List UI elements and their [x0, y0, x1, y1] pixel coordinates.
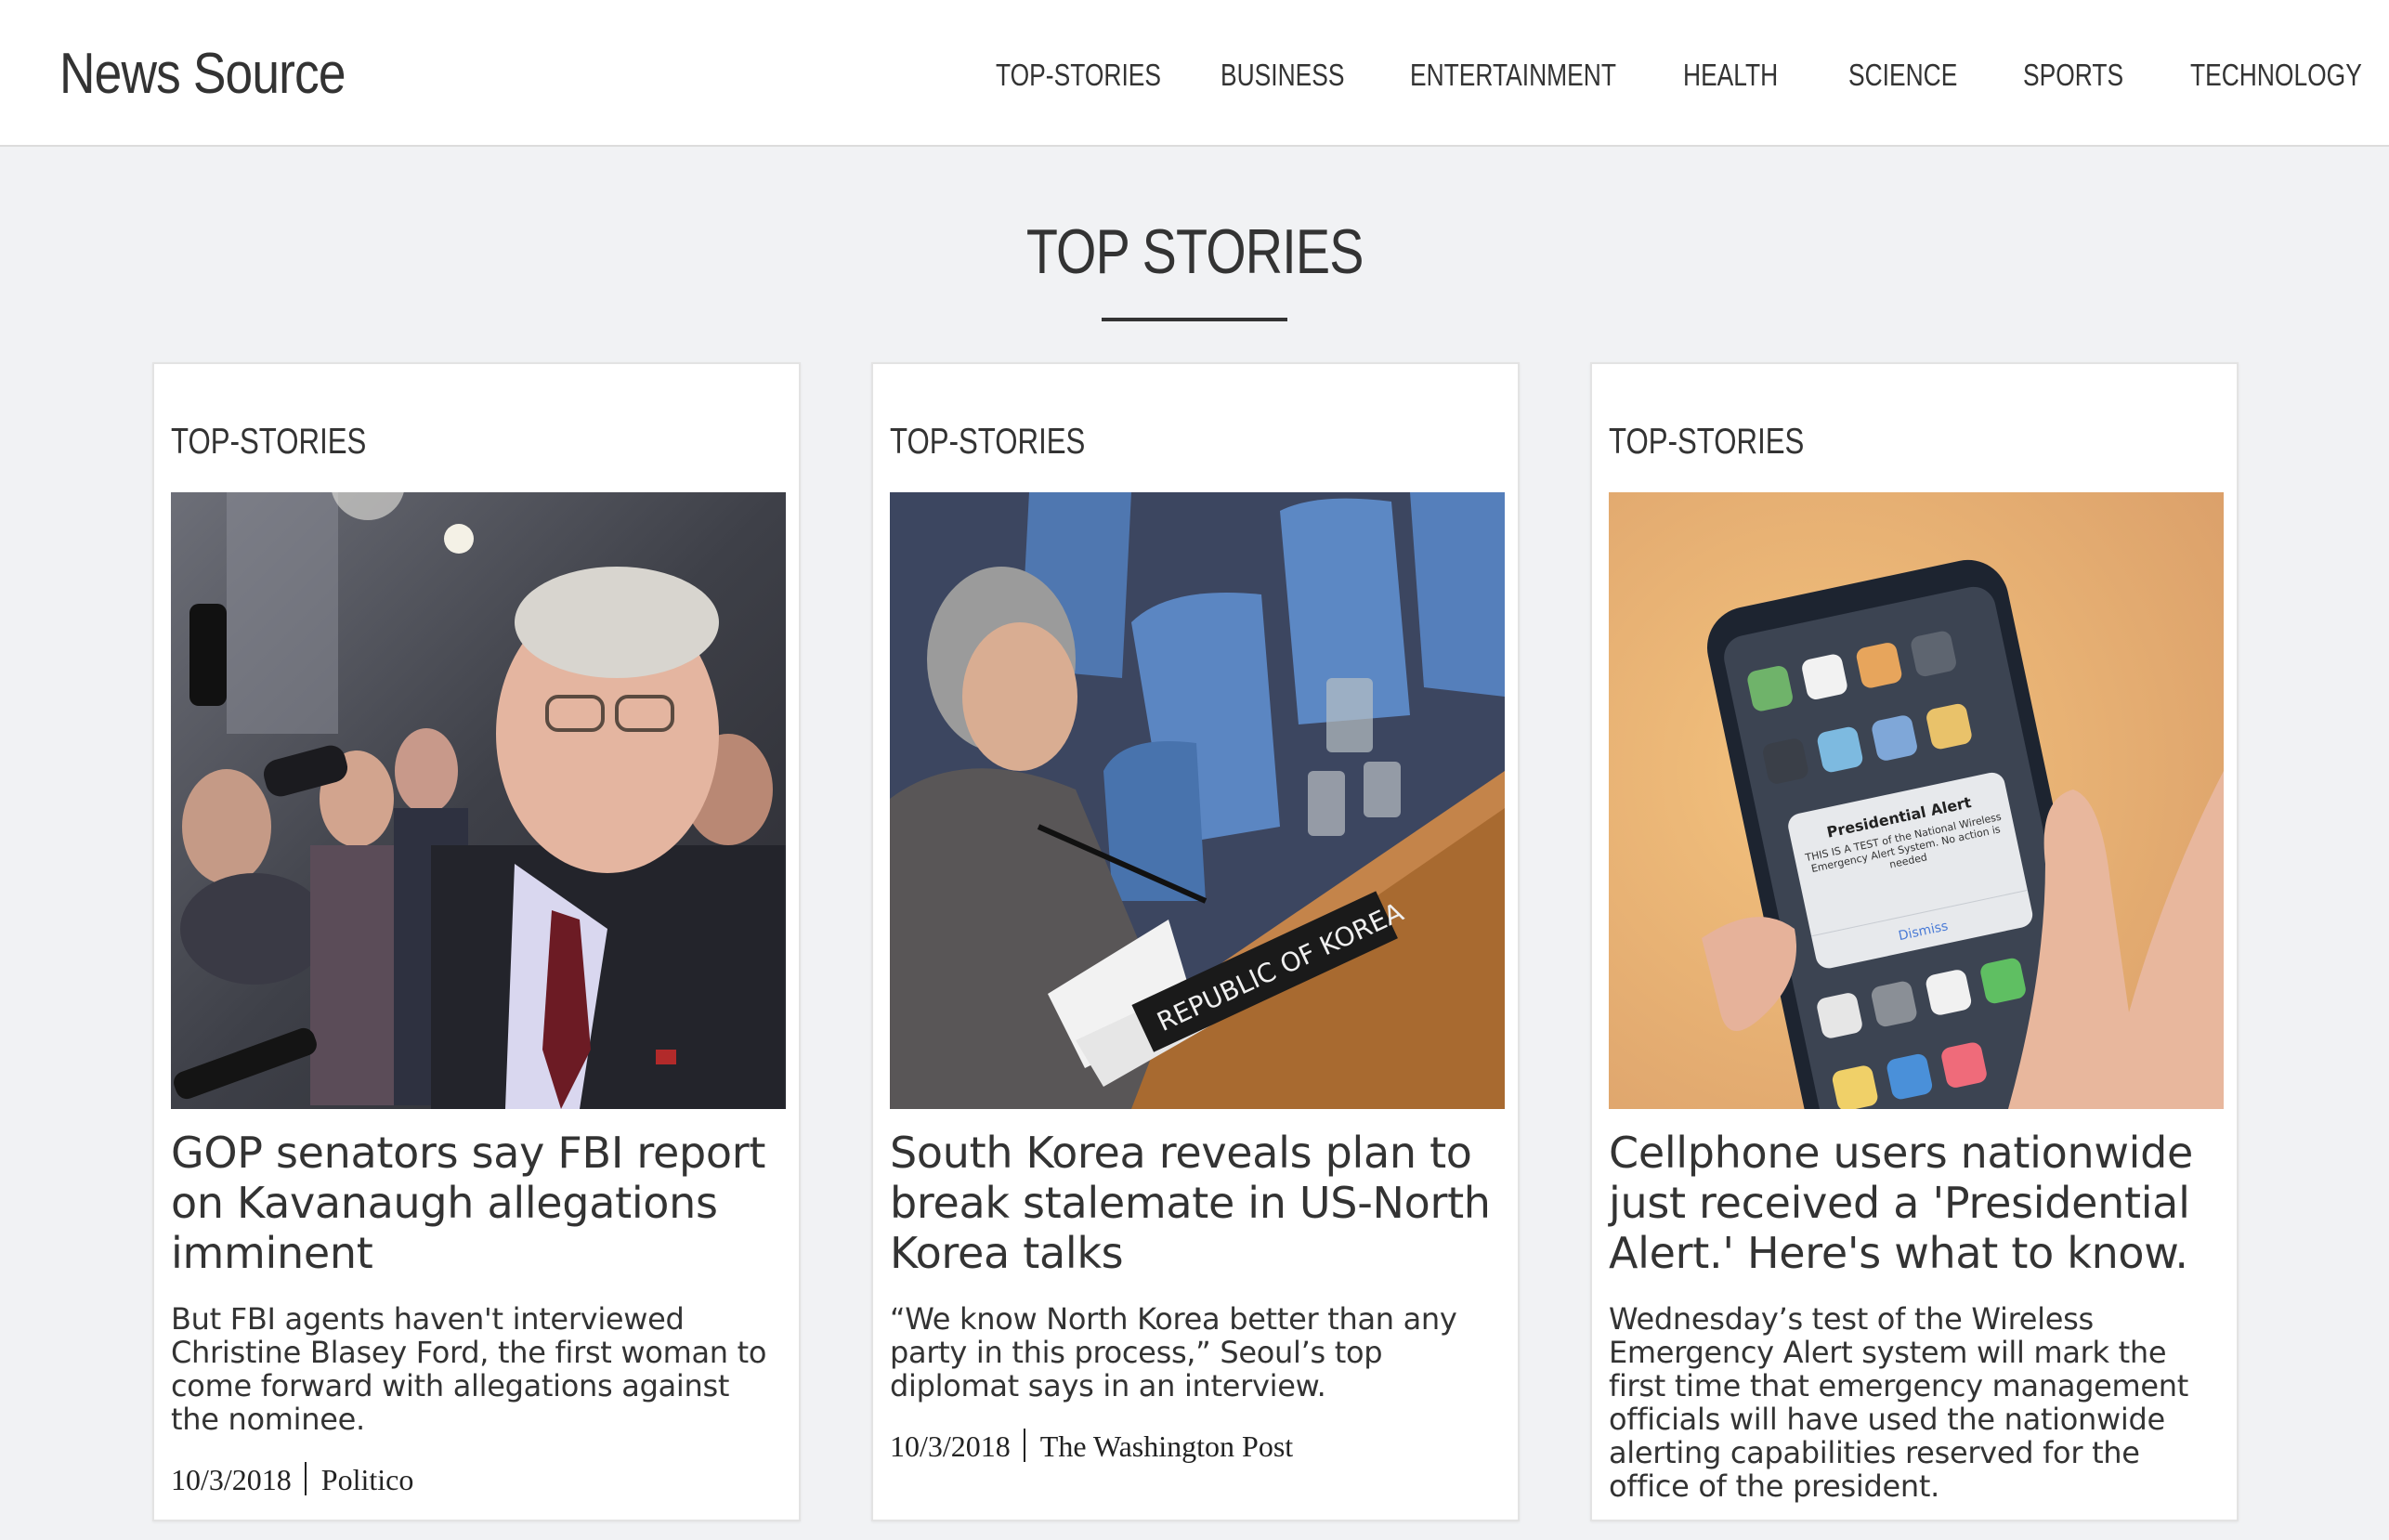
- card-category: TOP-STORIES: [171, 422, 367, 462]
- story-meta: 10/3/2018 Politico: [171, 1462, 413, 1497]
- story-description: But FBI agents haven't interviewed Chris…: [171, 1301, 767, 1437]
- phone-alert-photo: Presidential Alert THIS IS A TEST of the…: [1609, 492, 2224, 1109]
- title-underline: [1102, 318, 1287, 321]
- nav-item-sports[interactable]: SPORTS: [2023, 58, 2123, 93]
- nav-item-health[interactable]: HEALTH: [1683, 58, 1778, 93]
- meta-divider: [1023, 1429, 1025, 1462]
- story-source[interactable]: The Washington Post: [1040, 1429, 1293, 1463]
- story-image-senator[interactable]: [171, 492, 786, 1109]
- nav-item-entertainment[interactable]: ENTERTAINMENT: [1410, 58, 1616, 93]
- story-image-diplomat[interactable]: REPUBLIC OF KOREA: [890, 492, 1505, 1109]
- story-title[interactable]: Cellphone users nationwide just received…: [1609, 1128, 2222, 1278]
- card-category: TOP-STORIES: [1609, 422, 1805, 462]
- story-description: Wednesday’s test of the Wireless Emergen…: [1609, 1301, 2189, 1504]
- story-card-1[interactable]: TOP-STORIES GOP senators say FBI report …: [152, 362, 801, 1521]
- nav-item-top-stories[interactable]: TOP-STORIES: [996, 58, 1161, 93]
- section-title: TOP STORIES: [1025, 216, 1364, 287]
- top-bar: News Source TOP-STORIES BUSINESS ENTERTA…: [0, 0, 2389, 147]
- story-date: 10/3/2018: [171, 1463, 292, 1496]
- story-card-3[interactable]: TOP-STORIES Presidential Alert THIS IS A…: [1590, 362, 2239, 1521]
- story-source[interactable]: Politico: [321, 1463, 414, 1496]
- nav-item-business[interactable]: BUSINESS: [1221, 58, 1345, 93]
- nav-item-science[interactable]: SCIENCE: [1848, 58, 1957, 93]
- card-category: TOP-STORIES: [890, 422, 1086, 462]
- story-date: 10/3/2018: [890, 1429, 1011, 1463]
- story-description: “We know North Korea better than any par…: [890, 1301, 1457, 1403]
- nav-item-technology[interactable]: TECHNOLOGY: [2190, 58, 2362, 93]
- diplomat-photo: REPUBLIC OF KOREA: [890, 492, 1505, 1109]
- story-title[interactable]: South Korea reveals plan to break stalem…: [890, 1128, 1503, 1278]
- story-card-2[interactable]: TOP-STORIES REPUBLIC OF KOREA South Kore…: [871, 362, 1520, 1521]
- story-meta: 10/3/2018 The Washington Post: [890, 1429, 1293, 1464]
- category-nav: TOP-STORIES BUSINESS ENTERTAINMENT HEALT…: [0, 58, 2389, 104]
- senator-photo: [171, 492, 786, 1109]
- story-title[interactable]: GOP senators say FBI report on Kavanaugh…: [171, 1128, 784, 1278]
- meta-divider: [304, 1462, 307, 1495]
- story-image-phone-alert[interactable]: Presidential Alert THIS IS A TEST of the…: [1609, 492, 2224, 1109]
